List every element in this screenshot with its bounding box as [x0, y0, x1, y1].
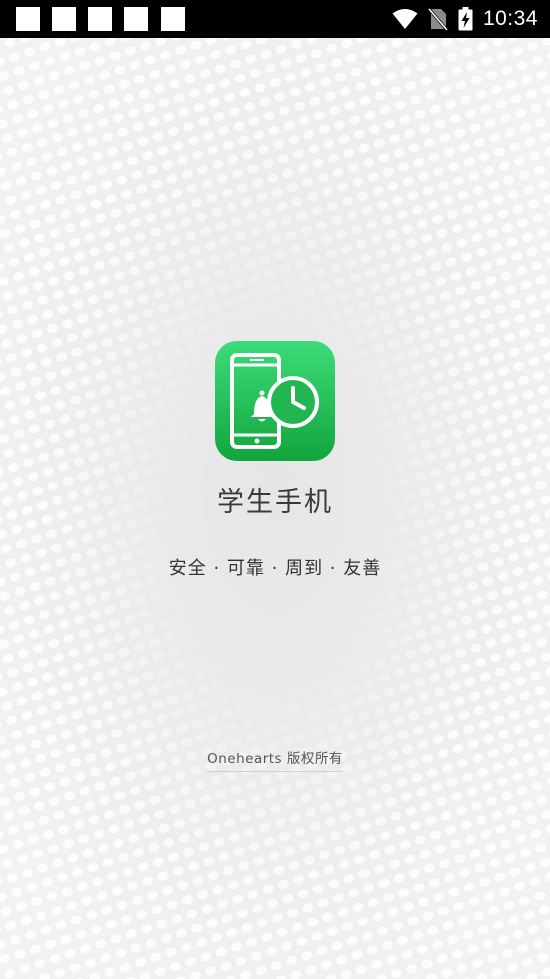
splash-screen: 10:34 学生手机 安全 · 可靠 · 周到 · 友善 Onehearts 版… [0, 0, 550, 979]
battery-charging-icon [458, 7, 473, 31]
notification-icon [16, 7, 40, 31]
copyright-notice: Onehearts 版权所有 [0, 747, 550, 772]
status-clock: 10:34 [482, 7, 538, 30]
notification-icon [124, 7, 148, 31]
notification-icon [88, 7, 112, 31]
app-name: 学生手机 [217, 487, 333, 518]
status-bar: 10:34 [0, 0, 550, 38]
no-sim-icon [427, 7, 448, 31]
notification-icon [161, 7, 185, 31]
wifi-icon [392, 8, 418, 30]
copyright-text: Onehearts 版权所有 [207, 747, 343, 772]
app-logo-icon [214, 340, 336, 464]
notification-icon [52, 7, 76, 31]
app-slogan: 安全 · 可靠 · 周到 · 友善 [168, 558, 382, 579]
